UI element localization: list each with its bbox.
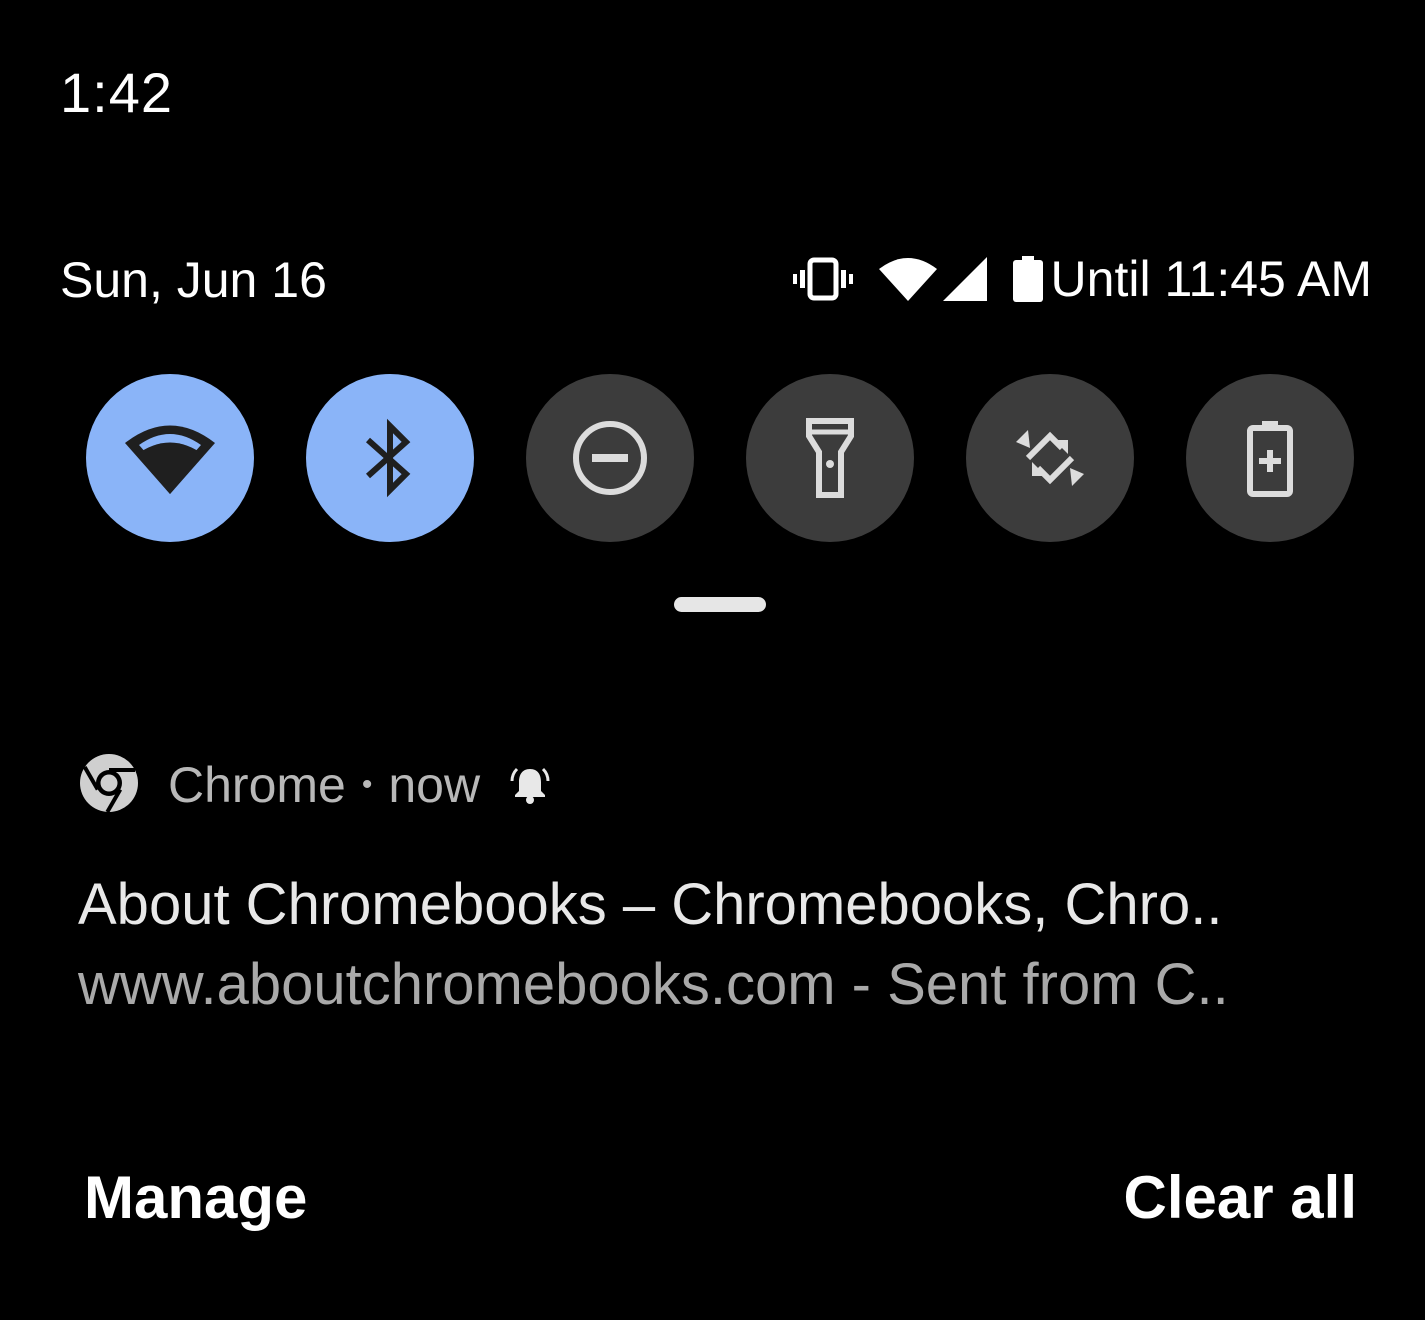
tile-flashlight[interactable] bbox=[746, 374, 914, 542]
notification-time: now bbox=[388, 757, 481, 813]
do-not-disturb-icon bbox=[573, 421, 647, 495]
clear-all-button[interactable]: Clear all bbox=[1124, 1162, 1357, 1234]
notification-text: www.aboutchromebooks.com - Sent from C.. bbox=[78, 952, 1229, 1017]
auto-rotate-icon bbox=[1016, 430, 1084, 486]
bell-icon bbox=[510, 765, 550, 805]
wifi-signal-icon bbox=[878, 257, 937, 301]
notification-app-name: Chrome bbox=[168, 757, 346, 813]
quick-settings-tiles bbox=[86, 374, 1356, 542]
battery-icon bbox=[1012, 256, 1043, 302]
tile-bluetooth[interactable] bbox=[306, 374, 474, 542]
drag-handle[interactable] bbox=[674, 597, 766, 612]
vibrate-icon bbox=[792, 257, 853, 301]
battery-saver-icon bbox=[1247, 421, 1293, 497]
wifi-icon bbox=[125, 425, 215, 494]
notification-title: About Chromebooks – Chromebooks, Chro.. bbox=[78, 872, 1223, 937]
bluetooth-icon bbox=[365, 418, 411, 498]
notification-card[interactable]: Chrome • now About Chromebooks – Chromeb… bbox=[10, 690, 1415, 1090]
tile-battery-saver[interactable] bbox=[1186, 374, 1354, 542]
tile-do-not-disturb[interactable] bbox=[526, 374, 694, 542]
notification-separator: • bbox=[361, 768, 373, 801]
cell-signal-icon bbox=[942, 257, 987, 301]
battery-estimate: Until 11:45 AM bbox=[1050, 251, 1372, 307]
status-bar-time: 1:42 bbox=[60, 61, 173, 124]
flashlight-icon bbox=[806, 418, 854, 498]
status-icons: Until 11:45 AM bbox=[792, 248, 1372, 310]
date-label[interactable]: Sun, Jun 16 bbox=[60, 250, 327, 310]
tile-auto-rotate[interactable] bbox=[966, 374, 1134, 542]
manage-button[interactable]: Manage bbox=[84, 1162, 307, 1234]
notification-header: Chrome • now bbox=[80, 750, 550, 820]
chrome-icon bbox=[80, 753, 138, 817]
tile-wifi[interactable] bbox=[86, 374, 254, 542]
